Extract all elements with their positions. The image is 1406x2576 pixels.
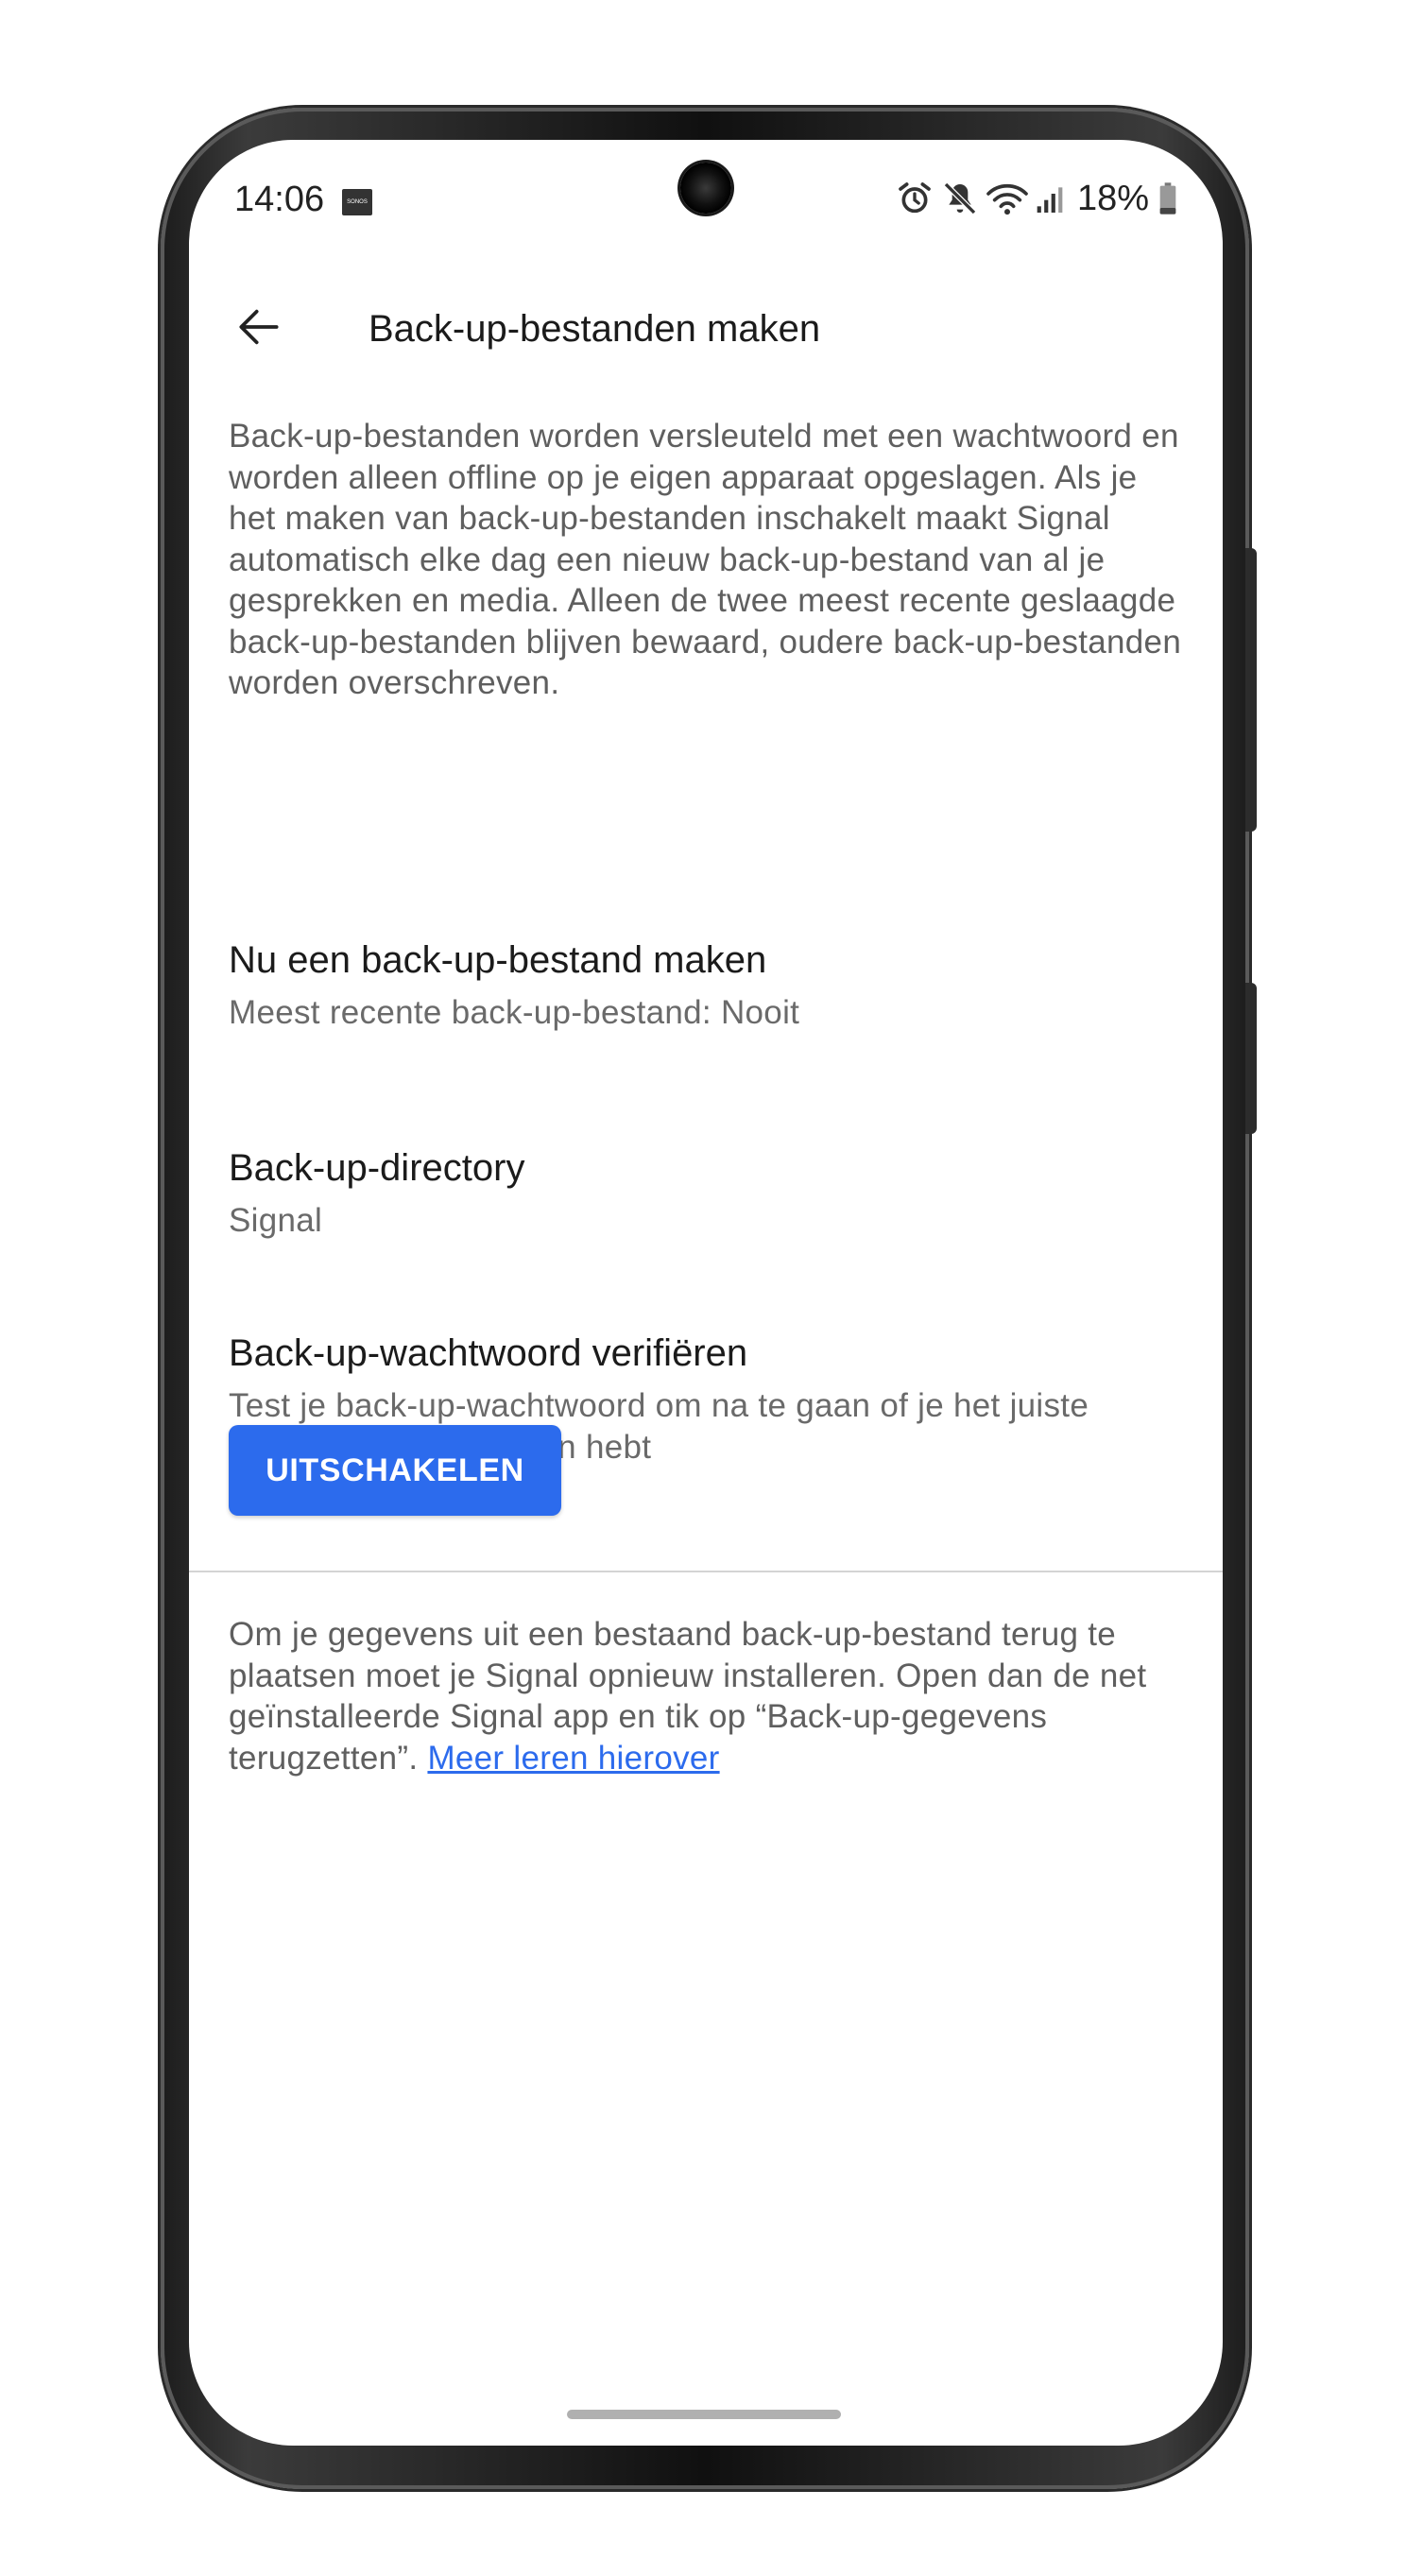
restore-info: Om je gegevens uit een bestaand back-up-… xyxy=(229,1614,1183,1778)
app-bar: Back-up-bestanden maken xyxy=(189,272,1223,386)
verify-backup-password-title: Back-up-wachtwoord verifiëren xyxy=(229,1332,748,1374)
backup-directory-title: Back-up-directory xyxy=(229,1147,525,1189)
battery-icon xyxy=(1157,180,1179,217)
battery-percent: 18% xyxy=(1076,178,1149,218)
home-indicator[interactable] xyxy=(567,2410,841,2419)
sonos-notification-icon: SONOS xyxy=(342,189,372,215)
backup-description: Back-up-bestanden worden versleuteld met… xyxy=(229,418,1182,701)
disable-backups-button[interactable]: UITSCHAKELEN xyxy=(229,1425,561,1516)
backup-directory-summary: Signal xyxy=(229,1202,323,1239)
status-icons: 18% xyxy=(896,178,1179,219)
volume-button xyxy=(1245,548,1257,832)
signal-icon xyxy=(1036,180,1064,217)
status-time: 14:06 xyxy=(234,180,325,219)
wifi-icon xyxy=(986,180,1028,217)
create-backup-now-item[interactable]: Nu een back-up-bestand maken Meest recen… xyxy=(189,915,1223,1056)
last-backup-summary: Meest recente back-up-bestand: Nooit xyxy=(229,994,800,1031)
power-button xyxy=(1245,983,1257,1134)
learn-more-link[interactable]: Meer leren hierover xyxy=(427,1740,719,1777)
arrow-left-icon xyxy=(232,301,285,358)
mute-icon xyxy=(941,180,979,217)
page-title: Back-up-bestanden maken xyxy=(369,308,821,350)
status-bar: 14:06 SONOS 18% xyxy=(189,140,1223,234)
phone-screen: 14:06 SONOS 18% Back-up-bestanden maken … xyxy=(189,140,1223,2446)
divider xyxy=(189,1571,1223,1572)
backup-directory-item[interactable]: Back-up-directory Signal xyxy=(189,1123,1223,1264)
create-backup-now-title: Nu een back-up-bestand maken xyxy=(229,939,767,981)
back-button[interactable] xyxy=(223,293,295,365)
alarm-icon xyxy=(896,180,934,217)
